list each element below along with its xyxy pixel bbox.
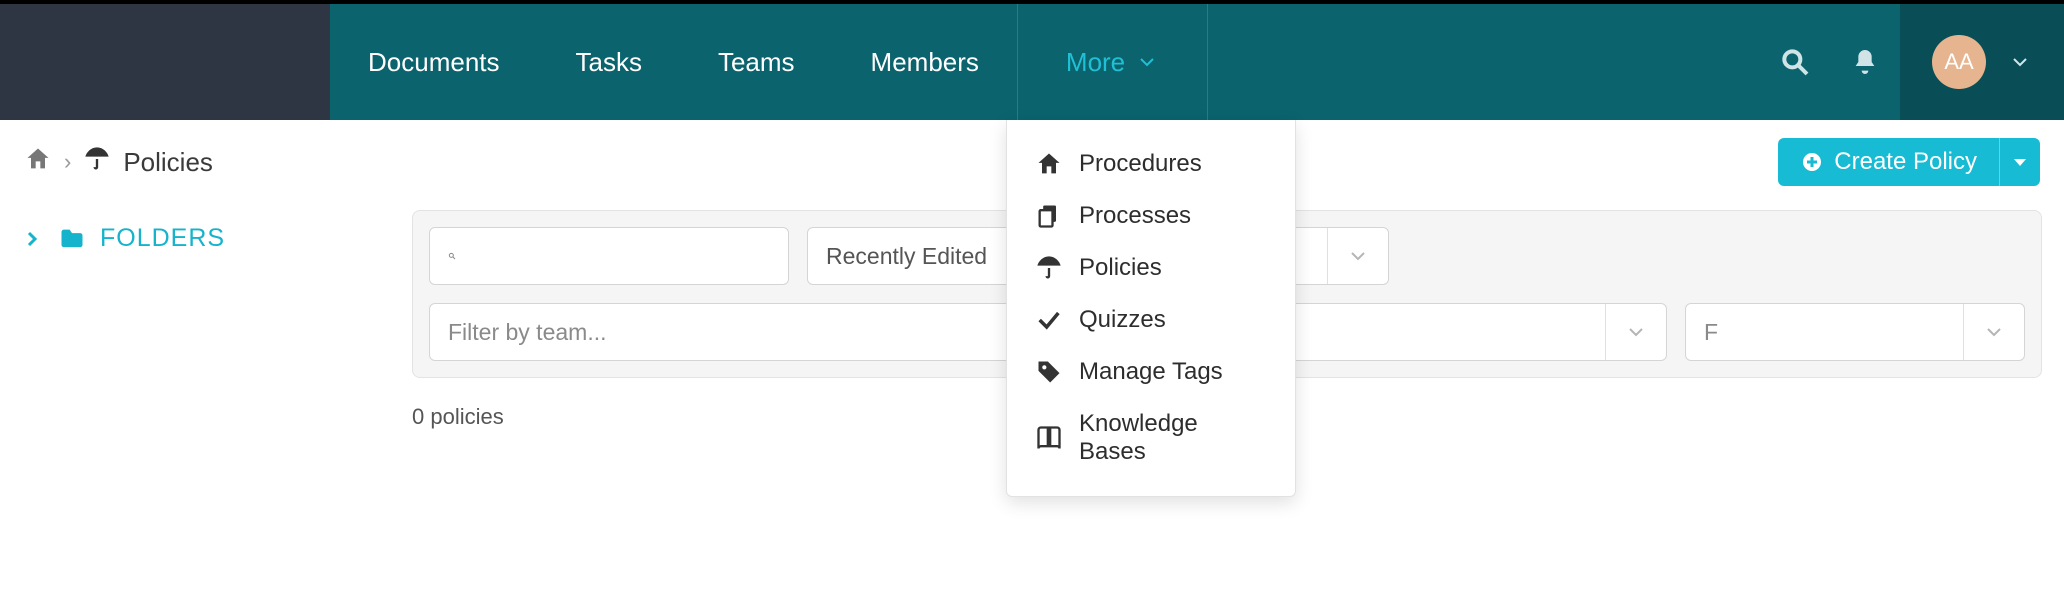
top-bar: Documents Tasks Teams Members More AA (0, 0, 2064, 120)
logo-area (0, 4, 330, 120)
nav-more-label: More (1066, 47, 1125, 78)
avatar: AA (1932, 35, 1986, 89)
nav-more[interactable]: More (1017, 4, 1208, 120)
tag-icon (1035, 358, 1063, 386)
secondary-filter-placeholder: F (1704, 319, 1718, 346)
nav-teams[interactable]: Teams (680, 4, 833, 120)
more-item-quizzes[interactable]: Quizzes (1007, 294, 1295, 346)
more-dropdown: Procedures Processes Policies Quizzes Ma… (1006, 120, 1296, 497)
more-item-label: Processes (1079, 202, 1191, 230)
secondary-filter-select[interactable]: F (1685, 303, 2025, 361)
search-icon (448, 244, 456, 268)
book-icon (1035, 424, 1063, 452)
create-policy-button[interactable]: Create Policy (1778, 138, 1999, 186)
global-search-button[interactable] (1760, 4, 1830, 120)
more-item-label: Policies (1079, 254, 1162, 282)
folders-toggle[interactable]: FOLDERS (20, 224, 370, 253)
check-icon (1035, 306, 1063, 334)
bell-icon (1849, 46, 1881, 78)
user-menu[interactable]: AA (1900, 4, 2064, 120)
chevron-down-icon (1327, 228, 1370, 284)
more-item-label: Quizzes (1079, 306, 1166, 334)
notifications-button[interactable] (1830, 4, 1900, 120)
chevron-down-icon (1135, 50, 1159, 74)
umbrella-icon (1035, 254, 1063, 282)
sort-label: Recently Edited (826, 243, 987, 270)
search-icon (1779, 46, 1811, 78)
team-filter-placeholder: Filter by team... (448, 319, 606, 346)
home-icon[interactable] (24, 145, 52, 180)
primary-nav: Documents Tasks Teams Members More AA (330, 4, 2064, 120)
plus-circle-icon (1800, 150, 1824, 174)
more-item-procedures[interactable]: Procedures (1007, 138, 1295, 190)
search-field[interactable] (429, 227, 789, 285)
folder-icon (58, 225, 86, 253)
chevron-down-icon (1963, 304, 2006, 360)
copy-icon (1035, 202, 1063, 230)
more-item-knowledge-bases[interactable]: Knowledge Bases (1007, 398, 1295, 478)
more-item-label: Procedures (1079, 150, 1202, 178)
nav-tasks[interactable]: Tasks (538, 4, 680, 120)
more-item-label: Manage Tags (1079, 358, 1223, 386)
caret-down-icon (2014, 159, 2026, 166)
more-item-manage-tags[interactable]: Manage Tags (1007, 346, 1295, 398)
home-icon (1035, 150, 1063, 178)
chevron-down-icon (2008, 50, 2032, 74)
sort-select[interactable]: Recently Edited (807, 227, 1031, 285)
chevron-down-icon (1605, 304, 1648, 360)
more-item-processes[interactable]: Processes (1007, 190, 1295, 242)
chevron-right-icon (20, 227, 44, 251)
create-policy-caret[interactable] (1999, 138, 2040, 186)
nav-members[interactable]: Members (833, 4, 1017, 120)
more-item-label: Knowledge Bases (1079, 410, 1267, 466)
sidebar: FOLDERS (0, 200, 390, 277)
breadcrumb: › Policies (24, 145, 213, 180)
create-policy-label: Create Policy (1834, 148, 1977, 176)
umbrella-icon (83, 145, 111, 180)
breadcrumb-separator: › (64, 149, 71, 175)
folders-label: FOLDERS (100, 224, 225, 253)
create-policy-group: Create Policy (1778, 138, 2040, 186)
more-item-policies[interactable]: Policies (1007, 242, 1295, 294)
nav-documents[interactable]: Documents (330, 4, 538, 120)
search-input[interactable] (470, 242, 770, 271)
breadcrumb-current: Policies (123, 147, 213, 178)
